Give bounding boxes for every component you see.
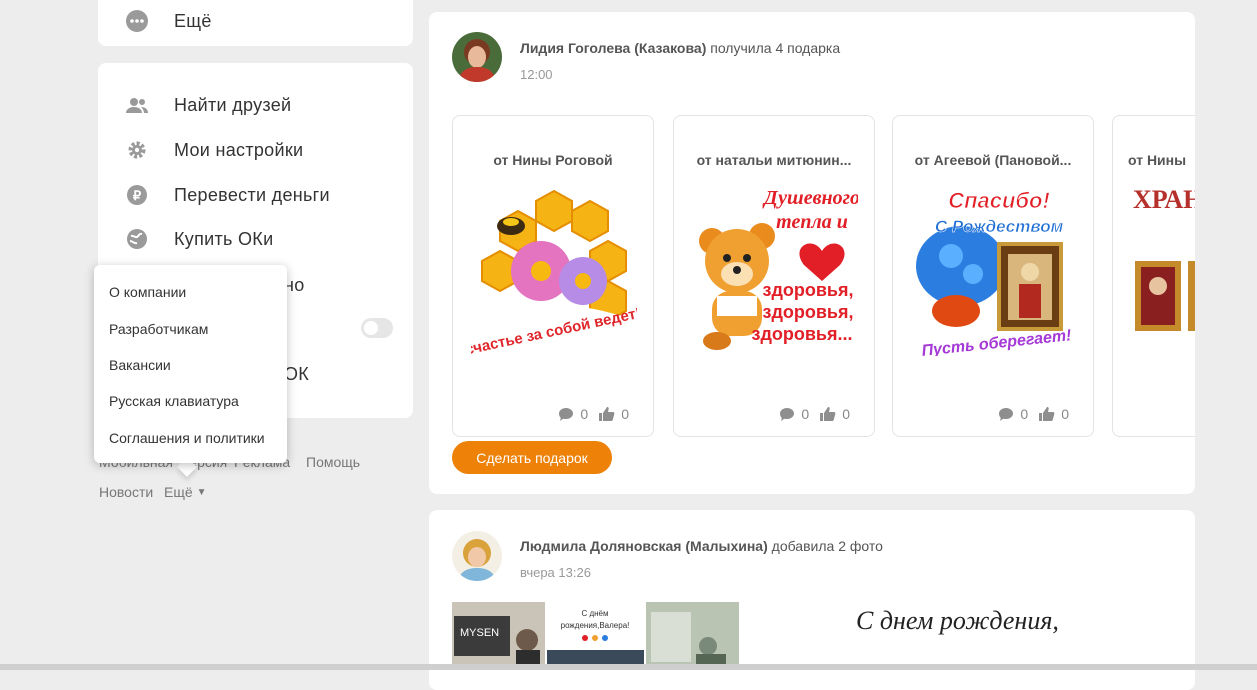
comment-count[interactable]: 0 [998,406,1028,422]
svg-text:Душевного: Душевного [762,187,858,209]
photo-thumbnail[interactable] [646,602,739,670]
gift-stats: 0 0 [548,406,629,422]
gift-stats: 0 0 [769,406,850,422]
sidebar-item-buy-oks[interactable]: Купить ОКи [126,225,273,253]
globe-coin-icon [126,228,148,250]
more-dots-icon [126,10,148,32]
sidebar-item-more[interactable]: Ещё [126,7,212,35]
avatar[interactable] [452,531,502,581]
like-count[interactable]: 0 [598,406,629,422]
svg-text:Пусть оберегает!: Пусть оберегает! [921,327,1073,356]
sidebar-item-hidden-1[interactable]: но [284,271,305,299]
comment-icon [999,407,1014,421]
post-author-name[interactable]: Лидия Гоголева (Казакова) [520,40,706,56]
footer-more-label: Ещё [164,484,193,500]
dropdown-item-about[interactable]: О компании [109,284,186,300]
comment-count[interactable]: 0 [779,406,809,422]
photo-thumbnail[interactable]: С днём рождения,Валера! [547,602,644,670]
sidebar-item-hidden-2[interactable]: ОК [284,360,309,388]
comment-count[interactable]: 0 [558,406,588,422]
post-timestamp[interactable]: вчера 13:26 [520,565,591,580]
gift-sender: от Агеевой (Пановой... [914,152,1072,168]
like-icon [1039,407,1055,421]
photo-caption[interactable]: С днем рождения, [856,606,1059,636]
post-action: получила 4 подарка [710,40,841,56]
sidebar-item-label: Перевести деньги [174,184,330,205]
avatar[interactable] [452,32,502,82]
svg-text:Спасибо!: Спасибо! [948,188,1050,213]
svg-text:здоровья,: здоровья, [763,302,854,322]
footer-more-button[interactable]: Ещё ▼ [164,484,207,500]
like-icon [599,407,615,421]
window-bottom-edge [0,664,1257,670]
svg-text:тепла и: тепла и [776,211,848,233]
gift-sender: от натальи митюнин... [696,152,852,168]
gift-sender: от Нины [1128,152,1187,168]
dropdown-item-vacancies[interactable]: Вакансии [109,357,171,373]
gift-card[interactable]: от Нины Роговой счастье за собой ведет! [452,115,654,437]
ruble-icon: ₽ [126,184,148,206]
svg-text:С днём: С днём [581,609,608,618]
sidebar-item-label: Мои настройки [174,139,304,160]
sidebar-item-label: но [284,274,305,295]
sidebar-item-transfer-money[interactable]: ₽ Перевести деньги [126,181,330,209]
feed-post-gifts: Лидия Гоголева (Казакова) получила 4 под… [429,12,1195,494]
like-count[interactable]: 0 [1038,406,1069,422]
sidebar-item-label: Ещё [174,10,212,31]
gift-image[interactable]: ХРАНИ ВАШУ [1133,186,1195,356]
sidebar-item-find-friends[interactable]: Найти друзей [126,91,291,119]
svg-text:здоровья...: здоровья... [752,324,853,344]
gift-image[interactable]: Душевного тепла и здоровья, здоровья, зд… [692,186,858,356]
make-gift-button[interactable]: Сделать подарок [452,441,612,474]
footer-more-dropdown: О компании Разработчикам Вакансии Русска… [94,265,287,463]
post-action: добавила 2 фото [771,538,883,554]
sidebar-item-label: ОК [284,363,310,384]
gift-image[interactable]: Спасибо! С Рождеством Пусть оберегает! [911,186,1077,356]
gift-sender: от Нины Роговой [493,152,613,168]
friends-icon [126,94,148,116]
post-author-name[interactable]: Людмила Доляновская (Малыхина) [520,538,768,554]
svg-text:здоровья,: здоровья, [763,280,854,300]
gear-icon [126,139,148,161]
sidebar-item-settings[interactable]: Мои настройки [126,136,303,164]
theme-toggle[interactable] [361,318,393,338]
footer-link-help[interactable]: Помощь [306,454,360,470]
svg-text:MYSEN: MYSEN [460,627,499,639]
footer-link-news[interactable]: Новости [99,484,153,500]
dropdown-item-developers[interactable]: Разработчикам [109,321,208,337]
gift-card[interactable]: от Агеевой (Пановой... Спасибо! С Рождес… [892,115,1094,437]
sidebar-more-card: Ещё [98,0,413,46]
gift-image[interactable]: счастье за собой ведет! [471,186,637,356]
chevron-down-icon: ▼ [196,486,207,498]
photo-thumbnail[interactable]: MYSEN [452,602,545,670]
gift-stats: 0 0 [988,406,1069,422]
feed-post-photos: Людмила Доляновская (Малыхина) добавила … [429,510,1195,690]
dropdown-item-keyboard[interactable]: Русская клавиатура [109,393,239,409]
gift-card[interactable]: от натальи митюнин... Душевного тепла и … [673,115,875,437]
post-timestamp[interactable]: 12:00 [520,67,553,82]
svg-text:С Рождеством: С Рождеством [935,217,1064,236]
sidebar-item-label: Купить ОКи [174,228,274,249]
like-icon [820,407,836,421]
gift-card[interactable]: от Нины ХРАНИ ВАШУ [1112,115,1195,437]
svg-text:₽: ₽ [133,188,142,203]
svg-text:ХРАНИ ВАШУ: ХРАНИ ВАШУ [1133,186,1195,214]
comment-icon [559,407,574,421]
sidebar-item-label: Найти друзей [174,94,292,115]
post-header: Людмила Доляновская (Малыхина) добавила … [520,538,883,554]
svg-text:рождения,Валера!: рождения,Валера! [561,621,630,630]
like-count[interactable]: 0 [819,406,850,422]
comment-icon [780,407,795,421]
post-header: Лидия Гоголева (Казакова) получила 4 под… [520,40,840,56]
dropdown-item-agreements[interactable]: Соглашения и политики [109,430,265,446]
